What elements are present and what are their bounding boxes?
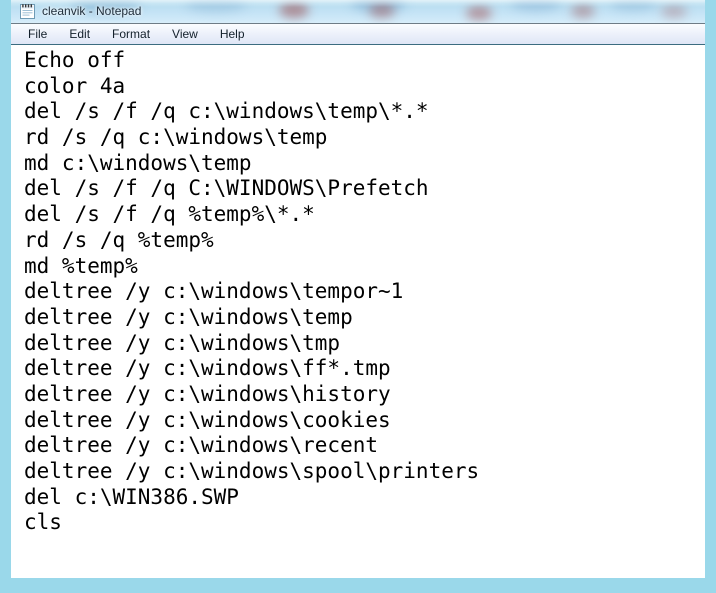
editor-line: deltree /y c:\windows\temp (24, 304, 353, 329)
desktop-background: cleanvik - Notepad File Edit Format View… (0, 0, 716, 593)
glass-blur-blob (466, 6, 492, 20)
editor-line: md %temp% (24, 253, 138, 278)
desktop-right-strip (705, 0, 716, 593)
editor-line: deltree /y c:\windows\cookies (24, 407, 391, 432)
editor-client-area[interactable]: Echo off color 4a del /s /f /q c:\windows\… (11, 45, 705, 578)
editor-line: deltree /y c:\windows\recent (24, 433, 379, 458)
editor-line: deltree /y c:\windows\ff*.tmp (24, 356, 391, 381)
editor-line: del /s /f /q c:\windows\temp\*.* (24, 99, 429, 124)
editor-line: rd /s /q %temp% (24, 227, 214, 252)
editor-line: del c:\WIN386.SWP (24, 484, 239, 509)
editor-text[interactable]: Echo off color 4a del /s /f /q c:\windows\… (24, 48, 694, 562)
menu-item-edit[interactable]: Edit (69, 24, 90, 44)
editor-line: deltree /y c:\windows\history (24, 381, 391, 406)
menu-item-view[interactable]: View (172, 24, 198, 44)
editor-line: deltree /y c:\windows\tempor~1 (24, 279, 404, 304)
editor-line: rd /s /q c:\windows\temp (24, 125, 328, 150)
editor-line: Echo off (24, 48, 126, 72)
notepad-icon (20, 4, 35, 19)
editor-line: del /s /f /q C:\WINDOWS\Prefetch (24, 176, 429, 201)
editor-line: color 4a (24, 73, 126, 98)
menu-item-help[interactable]: Help (220, 24, 245, 44)
editor-line: cls (24, 510, 62, 535)
menu-bar: File Edit Format View Help (11, 24, 705, 44)
window-title: cleanvik - Notepad (42, 4, 142, 18)
menu-item-format[interactable]: Format (112, 24, 150, 44)
notepad-window: cleanvik - Notepad File Edit Format View… (11, 0, 705, 578)
desktop-bottom-strip (0, 578, 716, 593)
menu-item-file[interactable]: File (28, 24, 47, 44)
desktop-left-strip (0, 0, 11, 593)
editor-line: deltree /y c:\windows\tmp (24, 330, 341, 355)
editor-line: del /s /f /q %temp%\*.* (24, 202, 315, 227)
window-titlebar[interactable]: cleanvik - Notepad (11, 0, 705, 23)
editor-line: deltree /y c:\windows\spool\printers (24, 459, 480, 483)
editor-line: md c:\windows\temp (24, 150, 252, 175)
